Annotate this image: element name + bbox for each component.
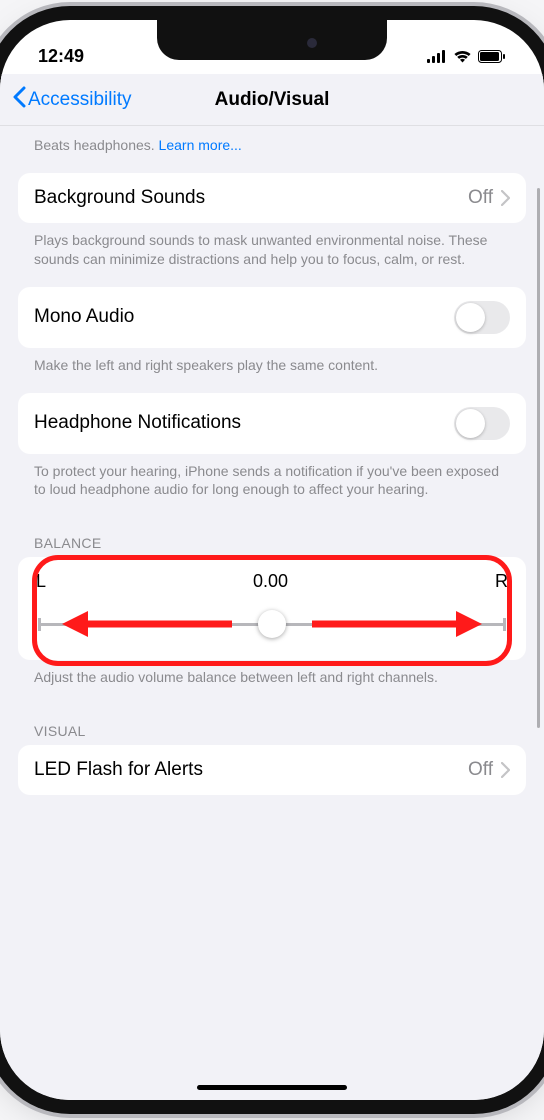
balance-right-label: R: [495, 571, 508, 592]
balance-footer: Adjust the audio volume balance between …: [18, 660, 526, 705]
status-time: 12:49: [38, 46, 84, 67]
headphone-notifications-footer: To protect your hearing, iPhone sends a …: [18, 454, 526, 518]
headphone-notifications-cell: Headphone Notifications: [18, 393, 526, 454]
iphone-frame: 12:49 Accessibility Audio/Visual: [0, 20, 544, 1100]
chevron-right-icon: [501, 190, 510, 206]
battery-icon: [478, 50, 506, 63]
balance-card-wrap: L 0.00 R: [18, 557, 526, 660]
annotation-arrow-right-icon: [312, 611, 482, 637]
mono-audio-toggle[interactable]: [454, 301, 510, 334]
cell-label: Background Sounds: [34, 187, 205, 209]
balance-card: L 0.00 R: [18, 557, 526, 660]
cell-value: Off: [468, 187, 493, 209]
content-scroll[interactable]: Beats headphones. Learn more... Backgrou…: [0, 126, 544, 1100]
balance-slider[interactable]: [36, 610, 508, 638]
headphone-notifications-toggle[interactable]: [454, 407, 510, 440]
balance-header: BALANCE: [18, 517, 526, 557]
screen: Accessibility Audio/Visual Beats headpho…: [0, 74, 544, 1100]
back-label: Accessibility: [28, 89, 131, 111]
chevron-right-icon: [501, 762, 510, 778]
nav-bar: Accessibility Audio/Visual: [0, 74, 544, 126]
mono-audio-footer: Make the left and right speakers play th…: [18, 348, 526, 393]
balance-left-label: L: [36, 571, 46, 592]
prev-section-footer: Beats headphones. Learn more...: [18, 126, 526, 173]
visual-header: VISUAL: [18, 705, 526, 745]
balance-slider-thumb[interactable]: [258, 610, 286, 638]
chevron-left-icon: [12, 86, 26, 114]
notch: [157, 20, 387, 60]
cell-label: Mono Audio: [34, 306, 134, 328]
mono-audio-cell: Mono Audio: [18, 287, 526, 348]
cell-label: Headphone Notifications: [34, 412, 241, 434]
cell-value: Off: [468, 759, 493, 781]
learn-more-link[interactable]: Learn more...: [159, 137, 242, 153]
led-flash-cell[interactable]: LED Flash for Alerts Off: [18, 745, 526, 795]
home-indicator[interactable]: [197, 1085, 347, 1090]
annotation-arrow-left-icon: [62, 611, 232, 637]
back-button[interactable]: Accessibility: [12, 86, 131, 114]
background-sounds-footer: Plays background sounds to mask unwanted…: [18, 223, 526, 287]
cellular-icon: [427, 50, 447, 63]
scroll-indicator[interactable]: [537, 188, 540, 728]
cell-label: LED Flash for Alerts: [34, 759, 203, 781]
balance-value: 0.00: [253, 571, 288, 592]
background-sounds-cell[interactable]: Background Sounds Off: [18, 173, 526, 223]
wifi-icon: [453, 49, 472, 63]
